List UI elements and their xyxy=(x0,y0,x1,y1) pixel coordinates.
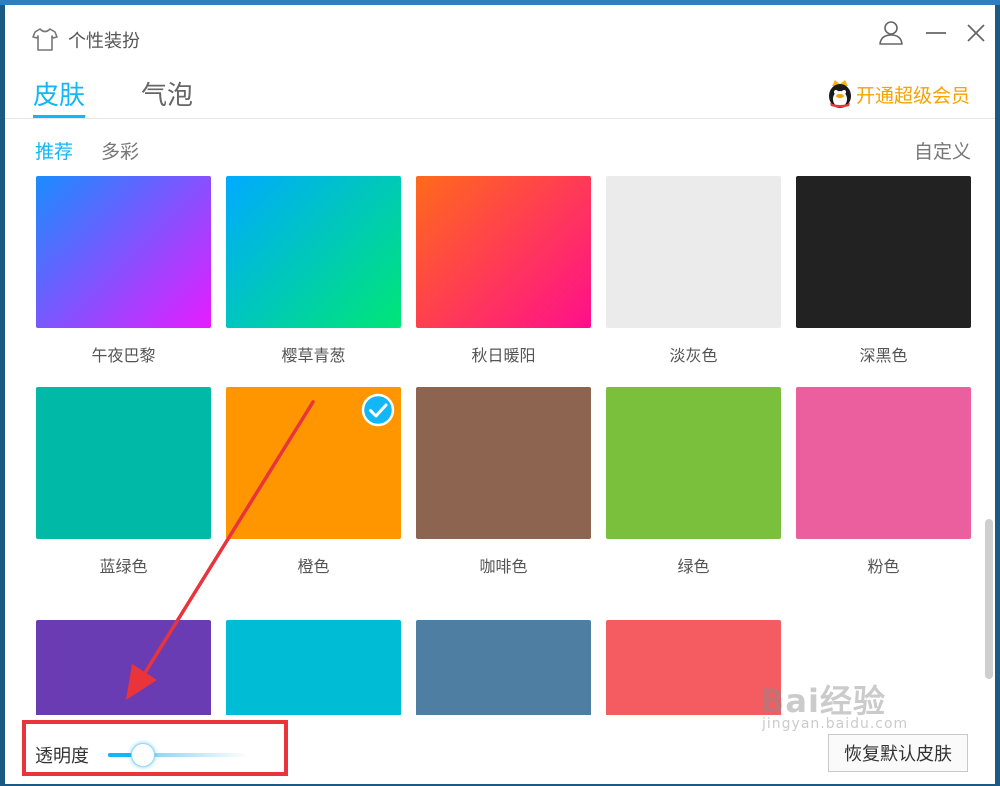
title-bar[interactable]: 个性装扮 xyxy=(5,5,995,67)
skin-swatch xyxy=(416,387,591,539)
skin-label: 绿色 xyxy=(677,557,710,576)
vip-label: 开通超级会员 xyxy=(856,85,971,107)
skin-swatch xyxy=(36,387,211,539)
tshirt-icon xyxy=(32,28,58,51)
skin-label: 秋日暖阳 xyxy=(471,346,536,365)
skin-swatch xyxy=(416,620,591,715)
window-title: 个性装扮 xyxy=(68,31,140,52)
skin-label: 橙色 xyxy=(297,557,330,576)
skin-tile[interactable] xyxy=(36,620,211,715)
skin-tile[interactable]: 樱草青葱 xyxy=(226,176,401,365)
skin-tile[interactable]: 蓝绿色 xyxy=(36,387,211,576)
skin-tile[interactable] xyxy=(606,620,781,715)
skin-label: 午夜巴黎 xyxy=(91,346,156,365)
tab-skin[interactable]: 皮肤 xyxy=(33,75,85,112)
user-icon[interactable] xyxy=(877,19,905,47)
subtab-recommended[interactable]: 推荐 xyxy=(35,137,73,164)
skin-label: 深黑色 xyxy=(859,346,908,365)
skin-swatch xyxy=(796,387,971,539)
minimize-icon[interactable] xyxy=(922,19,950,47)
skin-label: 粉色 xyxy=(867,557,900,576)
skin-swatch xyxy=(226,620,401,715)
personalization-window: 个性装扮 皮肤 气泡 开通超级会员 推荐 多彩 自定义 午夜巴黎 樱草青葱 秋日… xyxy=(5,5,995,784)
skin-tile[interactable]: 粉色 xyxy=(796,387,971,576)
skin-label: 樱草青葱 xyxy=(281,346,346,365)
opacity-highlight-box xyxy=(22,720,288,776)
skin-swatch xyxy=(606,620,781,715)
skin-tile[interactable]: 绿色 xyxy=(606,387,781,576)
baidu-jingyan-watermark: Bai经验 jingyan.baidu.com xyxy=(760,676,907,732)
close-icon[interactable] xyxy=(962,19,990,47)
skin-tile[interactable]: 橙色 xyxy=(226,387,401,576)
qq-penguin-vip-icon xyxy=(829,80,851,108)
tab-bubble[interactable]: 气泡 xyxy=(141,75,193,112)
watermark-sub: jingyan.baidu.com xyxy=(762,716,909,732)
skin-tile[interactable]: 淡灰色 xyxy=(606,176,781,365)
vertical-scrollbar[interactable] xyxy=(985,519,993,679)
skin-swatch xyxy=(226,176,401,328)
selected-check-icon xyxy=(361,393,395,427)
skin-label: 咖啡色 xyxy=(479,557,528,576)
skin-tile[interactable]: 深黑色 xyxy=(796,176,971,365)
skin-tile[interactable]: 午夜巴黎 xyxy=(36,176,211,365)
skin-grid: 午夜巴黎 樱草青葱 秋日暖阳 淡灰色 深黑色 蓝绿色 橙色 咖啡色 绿色 粉色 xyxy=(5,175,983,715)
skin-tile[interactable]: 咖啡色 xyxy=(416,387,591,576)
skin-label: 淡灰色 xyxy=(669,346,718,365)
restore-default-skin-button[interactable]: 恢复默认皮肤 xyxy=(828,734,968,772)
skin-swatch xyxy=(606,387,781,539)
skin-swatch xyxy=(36,620,211,715)
skin-tile[interactable] xyxy=(226,620,401,715)
header-divider xyxy=(5,118,995,119)
skin-tile[interactable]: 秋日暖阳 xyxy=(416,176,591,365)
subtab-colorful[interactable]: 多彩 xyxy=(101,137,139,164)
skin-swatch xyxy=(796,176,971,328)
skin-tile[interactable] xyxy=(416,620,591,715)
skin-swatch xyxy=(36,176,211,328)
skin-swatch xyxy=(416,176,591,328)
skin-label: 蓝绿色 xyxy=(99,557,148,576)
skin-swatch xyxy=(606,176,781,328)
custom-skin-link[interactable]: 自定义 xyxy=(914,137,971,164)
